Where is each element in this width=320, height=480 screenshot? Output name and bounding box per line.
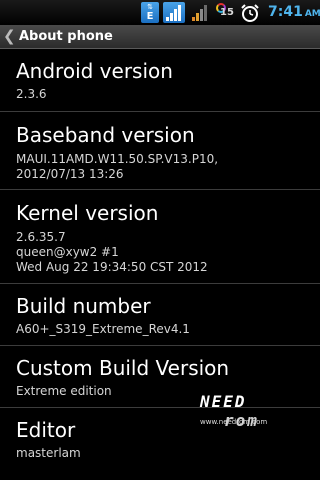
watermark-logo-part1: NEED bbox=[200, 392, 247, 411]
list-item-android-version[interactable]: Android version 2.3.6 bbox=[0, 49, 320, 112]
item-label: Custom Build Version bbox=[16, 356, 230, 380]
clock-ampm: AM bbox=[304, 9, 320, 19]
clock-time: 7:41 bbox=[268, 4, 303, 20]
status-clock: 7:41 AM bbox=[268, 4, 320, 20]
item-label: Baseband version bbox=[16, 123, 195, 147]
notification-count-icon: 15 bbox=[216, 2, 234, 23]
item-label: Build number bbox=[16, 294, 151, 318]
item-value: queen@xyw2 #1 bbox=[16, 245, 119, 259]
item-value: 2.6.35.7 bbox=[16, 230, 66, 244]
list-item-baseband-version[interactable]: Baseband version MAUI.11AMD.W11.50.SP.V1… bbox=[0, 112, 320, 190]
alarm-clock-icon bbox=[240, 3, 260, 23]
network-type-label: E bbox=[146, 11, 154, 22]
data-arrows: ⇅ bbox=[147, 3, 153, 11]
status-bar: ⇅ E 15 7:41 AM bbox=[0, 0, 320, 25]
secondary-signal-icon bbox=[190, 2, 210, 23]
notification-count: 15 bbox=[220, 7, 234, 18]
item-value: 2.3.6 bbox=[16, 87, 47, 101]
title-bar: ❮ About phone bbox=[0, 25, 320, 49]
item-label: Kernel version bbox=[16, 201, 159, 225]
item-value: masterlam bbox=[16, 446, 81, 460]
page-title: About phone bbox=[19, 29, 113, 44]
watermark-url: www.needrom.com bbox=[200, 418, 268, 426]
list-item-kernel-version[interactable]: Kernel version 2.6.35.7 queen@xyw2 #1 We… bbox=[0, 190, 320, 284]
signal-strength-icon bbox=[163, 2, 185, 23]
item-value: A60+_S319_Extreme_Rev4.1 bbox=[16, 322, 190, 336]
item-value: Wed Aug 22 19:34:50 CST 2012 bbox=[16, 260, 208, 274]
item-value: MAUI.11AMD.W11.50.SP.V13.P10, bbox=[16, 152, 219, 166]
data-connection-icon: ⇅ E bbox=[141, 2, 159, 23]
list-item-build-number[interactable]: Build number A60+_S319_Extreme_Rev4.1 bbox=[0, 284, 320, 346]
watermark: NEED rom www.needrom.com bbox=[200, 392, 310, 430]
chevron-left-icon[interactable]: ❮ bbox=[3, 27, 16, 45]
item-value: 2012/07/13 13:26 bbox=[16, 167, 124, 181]
item-label: Android version bbox=[16, 59, 173, 83]
